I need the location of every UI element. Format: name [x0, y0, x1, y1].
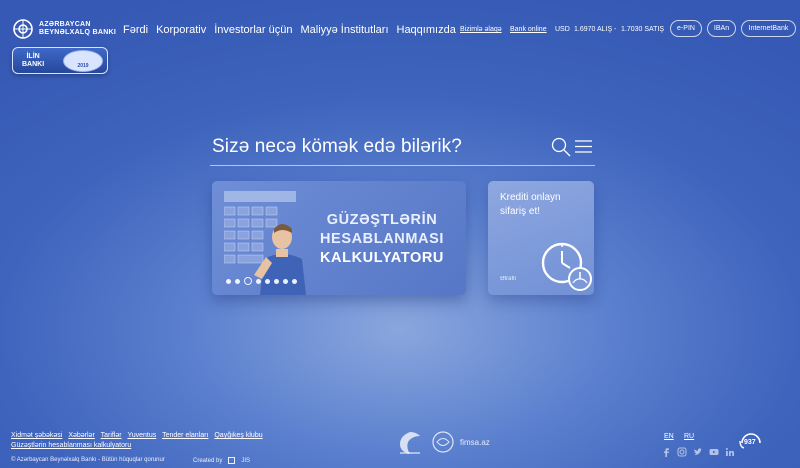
slider-dot[interactable] [244, 277, 252, 285]
more-link[interactable]: Ətraflı [500, 276, 516, 282]
banner-title-line-3: KALKULYATORU [319, 250, 445, 266]
badge-line-2: BANKI [22, 61, 45, 68]
nav-item-korporativ[interactable]: Korporativ [156, 24, 206, 36]
slider-dot[interactable] [292, 278, 297, 284]
youtube-icon[interactable] [709, 447, 719, 457]
bank-logo[interactable]: AZƏRBAYCAN BEYNƏLXALQ BANKI [12, 18, 116, 40]
linkedin-icon[interactable] [725, 447, 735, 457]
search-icon[interactable] [551, 137, 571, 157]
logo-line-2: BEYNƏLXALQ BANKI [39, 29, 117, 36]
slider-dots [226, 277, 297, 285]
nav-item-investors[interactable]: İnvestorlar üçün [214, 24, 292, 36]
partner-logo-icon[interactable] [396, 430, 424, 456]
created-by-label: Created by [193, 457, 223, 464]
lang-en[interactable]: EN [664, 433, 674, 440]
bank-online-link[interactable]: Bank online [510, 26, 547, 33]
footer-links: Xidmət şəbəkəsi Xəbərlər Tariflər Yuvent… [11, 432, 267, 449]
slider-dot[interactable] [274, 278, 279, 284]
contact-link[interactable]: Bizimlə əlaqə [460, 26, 502, 33]
bank-of-year-badge[interactable]: İLİN BANKI 2019 [12, 47, 108, 74]
footer-link-service-network[interactable]: Xidmət şəbəkəsi [11, 432, 62, 439]
calculator-banner[interactable]: GÜZƏŞTLƏRİN HESABLANMASI KALKULYATORU [212, 181, 466, 295]
slider-dot[interactable] [256, 278, 261, 284]
instagram-icon[interactable] [677, 447, 687, 457]
currency-separator: - [614, 26, 617, 33]
credit-online-card[interactable]: Krediti onlayn sifariş et! Ətraflı [488, 181, 594, 295]
badge-line-1: İLİN [26, 53, 40, 60]
clock-icon [541, 242, 592, 291]
main-nav: Fərdi Korporativ İnvestorlar üçün Maliyy… [123, 24, 456, 36]
banner-title-line-2: HESABLANMASI [319, 231, 444, 247]
logo-mark-icon [13, 19, 33, 39]
facebook-icon[interactable] [661, 447, 671, 457]
footer-link-care-club[interactable]: Qayğıkeş klubu [214, 432, 262, 439]
logo-text: AZƏRBAYCAN BEYNƏLXALQ BANKI [39, 21, 116, 37]
internet-bank-button[interactable]: InternetBank [741, 20, 796, 37]
menu-icon[interactable] [575, 140, 592, 153]
hotline-number: 937 [744, 439, 756, 446]
nav-item-financial-institutions[interactable]: Maliyyə İnstitutları [300, 24, 388, 36]
iban-button[interactable]: IBAn [707, 20, 736, 37]
internet-bank-label: InternetBank [748, 25, 789, 32]
award-seal-year: 2019 [77, 63, 89, 69]
creator-name: JIS [241, 457, 251, 464]
hotline-badge[interactable]: 937 [738, 431, 764, 455]
search-question[interactable]: Sizə necə kömək edə bilərik? [212, 136, 462, 158]
award-seal-icon: 2019 [63, 50, 103, 72]
e-pin-label: e-PIN [677, 25, 695, 32]
footer-link-yuventus[interactable]: Yuventus [127, 432, 156, 439]
nav-item-about[interactable]: Haqqımızda [397, 24, 456, 36]
e-pin-button[interactable]: e-PIN [670, 20, 702, 37]
jis-logo-icon [228, 457, 236, 464]
created-by[interactable]: Created by JIS [193, 457, 250, 464]
social-links [661, 447, 735, 457]
fimsa-logo-icon[interactable] [432, 431, 454, 453]
slider-dot[interactable] [283, 278, 288, 284]
iban-label: IBAn [713, 25, 730, 32]
fimsa-text[interactable]: fimsa.az [460, 438, 490, 447]
currency-sell-rate: 1.7030 SATIŞ [621, 26, 665, 33]
slider-dot[interactable] [265, 278, 270, 284]
twitter-icon[interactable] [693, 447, 703, 457]
badge-text: İLİN BANKI [22, 53, 44, 69]
search-underline [210, 165, 595, 166]
copyright: © Azərbaycan Beynəlxalq Bankı - Bütün hü… [11, 457, 165, 463]
footer-link-calculator[interactable]: Güzəştlərin hesablanması kalkulyatoru [11, 442, 131, 449]
nav-item-ferdi[interactable]: Fərdi [123, 24, 148, 36]
lang-ru[interactable]: RU [684, 433, 694, 440]
footer-link-news[interactable]: Xəbərlər [68, 432, 94, 439]
slider-dot[interactable] [226, 278, 231, 284]
footer-link-tenders[interactable]: Tender elanları [162, 432, 208, 439]
currency-code: USD [555, 26, 570, 33]
credit-online-text: Krediti onlayn sifariş et! [500, 192, 561, 217]
banner-title-line-1: GÜZƏŞTLƏRİN [326, 212, 438, 228]
footer-link-tariffs[interactable]: Tariflər [101, 432, 122, 439]
banner-title: GÜZƏŞTLƏRİN HESABLANMASI KALKULYATORU [312, 211, 452, 268]
slider-dot[interactable] [235, 278, 240, 284]
logo-line-1: AZƏRBAYCAN [39, 21, 91, 28]
currency-buy-rate: 1.6970 ALIŞ [574, 26, 613, 33]
